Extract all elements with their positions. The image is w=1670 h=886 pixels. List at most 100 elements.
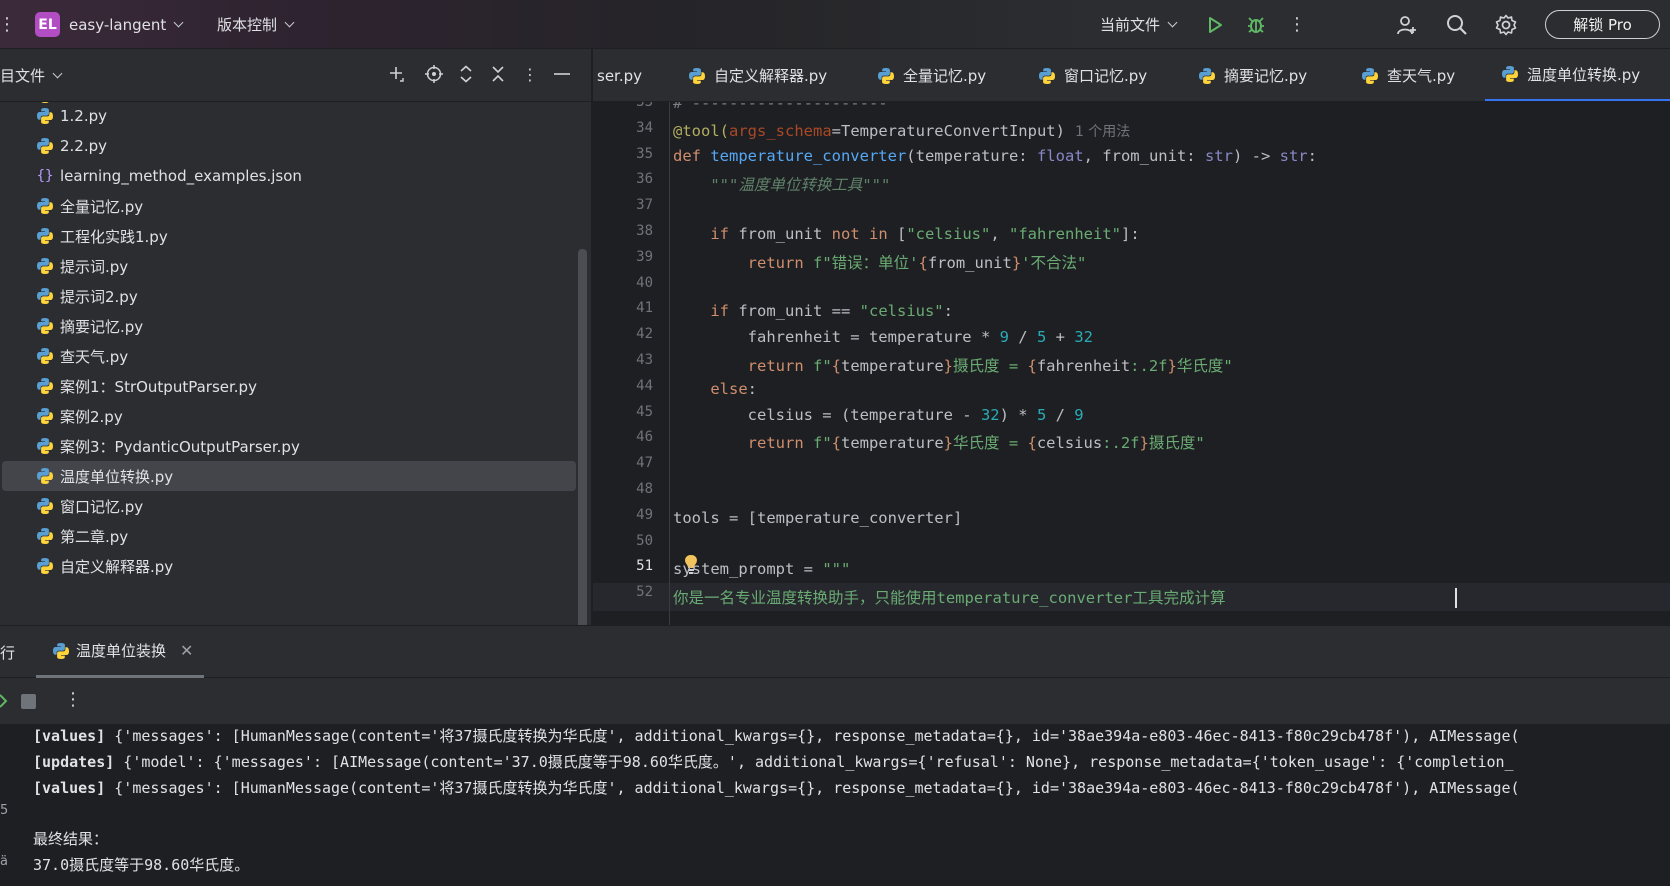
tree-item[interactable]: 第二章.py xyxy=(0,521,578,551)
run-panel: 行 温度单位装换 ✕ ⋮ [values] {'messages': [Huma… xyxy=(0,625,1670,886)
gutter-divider xyxy=(669,102,670,625)
add-user-icon[interactable] xyxy=(1395,0,1419,49)
code-line-38: if from_unit not in ["celsius", "fahrenh… xyxy=(710,225,1140,243)
tree-scrollbar[interactable] xyxy=(578,249,587,672)
console-line: [updates] {'model': {'messages': [AIMess… xyxy=(33,751,1514,772)
run-config-selector[interactable]: 当前文件 xyxy=(1100,0,1178,49)
tree-item-label: learning_method_examples.json xyxy=(60,167,302,185)
tree-item[interactable]: 查天气.py xyxy=(0,341,578,371)
tree-item[interactable]: 工程化实践1.py xyxy=(0,221,578,251)
chevron-down-icon xyxy=(173,17,184,28)
text-caret xyxy=(1455,588,1457,608)
tree-item[interactable]: 提示词2.py xyxy=(0,281,578,311)
tree-item-label: 全量记忆.py xyxy=(60,197,144,216)
line-number: 50 xyxy=(636,532,653,549)
more-options-icon[interactable]: ⋮ xyxy=(64,689,82,710)
line-number: 49 xyxy=(636,506,653,523)
json-file-icon: {} xyxy=(36,168,54,184)
rerun-icon[interactable] xyxy=(0,692,8,710)
python-file-icon xyxy=(37,258,53,274)
chevron-down-icon xyxy=(52,68,63,79)
tree-item[interactable]: 案例2.py xyxy=(0,401,578,431)
line-number: 42 xyxy=(636,326,653,343)
code-line-34: @tool(args_schema=TemperatureConvertInpu… xyxy=(673,122,1131,140)
python-file-icon xyxy=(37,138,53,154)
line-number: 47 xyxy=(636,455,653,472)
expand-all-icon[interactable] xyxy=(455,63,477,85)
tree-item-label: 摘要记忆.py xyxy=(60,317,144,336)
options-icon[interactable]: ⋮ xyxy=(519,63,541,85)
collapse-all-icon[interactable] xyxy=(487,63,509,85)
python-file-icon xyxy=(37,558,53,574)
run-tab-bar: 行 温度单位装换 ✕ xyxy=(0,626,1670,678)
tree-item[interactable]: 全量记忆.py xyxy=(0,191,578,221)
unlock-pro-button[interactable]: 解锁 Pro xyxy=(1545,10,1660,39)
line-number: 33 xyxy=(636,102,653,110)
tree-item[interactable]: 自定义解释器.py xyxy=(0,551,578,581)
code-line-33: # --------------------- xyxy=(673,102,888,112)
more-actions-icon[interactable]: ⋮ xyxy=(1288,0,1306,49)
tree-item[interactable]: {} learning_method_examples.json xyxy=(0,161,578,191)
editor-tab[interactable]: 摘要记忆.py xyxy=(1198,49,1308,101)
project-selector[interactable]: easy-langent xyxy=(69,0,184,49)
tree-item-label: 提示词2.py xyxy=(60,287,138,306)
gear-icon[interactable] xyxy=(1494,0,1518,49)
project-badge[interactable]: EL xyxy=(35,12,60,37)
chevron-down-icon xyxy=(1167,17,1178,28)
tree-item[interactable]: 提示词.py xyxy=(0,251,578,281)
editor-tab[interactable]: 窗口记忆.py xyxy=(1038,49,1148,101)
line-number-gutter: 33 34 35 36 37 38 39 40 41 42 43 44 45 46 47 48 49 50 51 52 xyxy=(593,102,671,625)
code-line-44: else: xyxy=(710,380,757,398)
tree-item-label: 1.2.py xyxy=(60,107,108,125)
locate-icon[interactable] xyxy=(423,63,445,85)
debug-button[interactable] xyxy=(1244,0,1268,49)
close-icon[interactable]: ✕ xyxy=(180,641,193,660)
stop-icon[interactable] xyxy=(21,694,36,709)
python-file-icon xyxy=(1199,67,1215,84)
editor-tab-label: ser.py xyxy=(597,66,642,85)
tree-item[interactable]: 窗口记忆.py xyxy=(0,491,578,521)
console-line: 37.0摄氏度等于98.60华氏度。 xyxy=(33,854,249,875)
editor-tab[interactable]: 温度单位转换.py xyxy=(1485,49,1670,101)
console-text: {'messages': [HumanMessage(content='将37摄… xyxy=(105,778,1520,797)
tree-item[interactable]: 温度单位转换.py xyxy=(2,461,576,491)
code-line-49: tools = [temperature_converter] xyxy=(673,509,963,527)
tree-item[interactable]: 2.2.py xyxy=(0,131,578,161)
editor-tab[interactable]: ser.py xyxy=(597,49,642,101)
vcs-menu[interactable]: 版本控制 xyxy=(217,0,295,49)
tree-item-label: 自定义解释器.py xyxy=(60,557,174,576)
editor-tab-label: 窗口记忆.py xyxy=(1064,67,1148,85)
code-line-36: """温度单位转换工具""" xyxy=(710,176,891,194)
console-text: {'model': {'messages': [AIMessage(conten… xyxy=(114,752,1514,771)
editor-tab-label: 摘要记忆.py xyxy=(1224,67,1308,85)
search-icon[interactable] xyxy=(1445,0,1469,49)
python-file-icon xyxy=(37,528,53,544)
hide-panel-icon[interactable] xyxy=(551,63,573,85)
console-line: [values] {'messages': [HumanMessage(cont… xyxy=(33,725,1520,746)
editor-tab[interactable]: 自定义解释器.py xyxy=(688,49,827,101)
project-view-selector[interactable]: 目文件 xyxy=(0,65,63,86)
python-file-icon xyxy=(878,67,894,84)
main-menu-icon[interactable]: ⋮ xyxy=(0,0,16,49)
tree-item[interactable]: 案例1：StrOutputParser.py xyxy=(0,371,578,401)
tree-item[interactable]: 案例3：PydanticOutputParser.py xyxy=(0,431,578,461)
python-file-icon xyxy=(37,408,53,424)
usage-hint[interactable]: 1 个用法 xyxy=(1075,124,1130,140)
line-number: 37 xyxy=(636,197,653,214)
console-output[interactable]: [values] {'messages': [HumanMessage(cont… xyxy=(0,724,1670,886)
editor-tab[interactable]: 查天气.py xyxy=(1361,49,1455,101)
tree-item-label: 提示词.py xyxy=(60,257,129,276)
python-file-icon xyxy=(1502,66,1518,82)
tree-item[interactable]: 1.2.py xyxy=(0,102,578,131)
line-number: 39 xyxy=(636,248,653,265)
run-button[interactable] xyxy=(1203,0,1227,49)
tree-item[interactable]: 摘要记忆.py xyxy=(0,311,578,341)
project-file-tree: 1.2.py 2.2.py {} learning_method_examples.j… xyxy=(0,102,592,625)
editor-tab[interactable]: 全量记忆.py xyxy=(877,49,986,101)
title-bar: ⋮ EL easy-langent 版本控制 当前文件 ⋮ 解锁 Pro xyxy=(0,0,1670,49)
run-tab[interactable]: 温度单位装换 ✕ xyxy=(36,626,204,678)
run-tab-label: 温度单位装换 xyxy=(76,642,167,660)
add-icon[interactable] xyxy=(386,63,408,85)
code-editor[interactable]: 33 34 35 36 37 38 39 40 41 42 43 44 45 46 47 48 49 50 51 52… xyxy=(593,102,1670,625)
python-file-icon xyxy=(37,228,53,244)
